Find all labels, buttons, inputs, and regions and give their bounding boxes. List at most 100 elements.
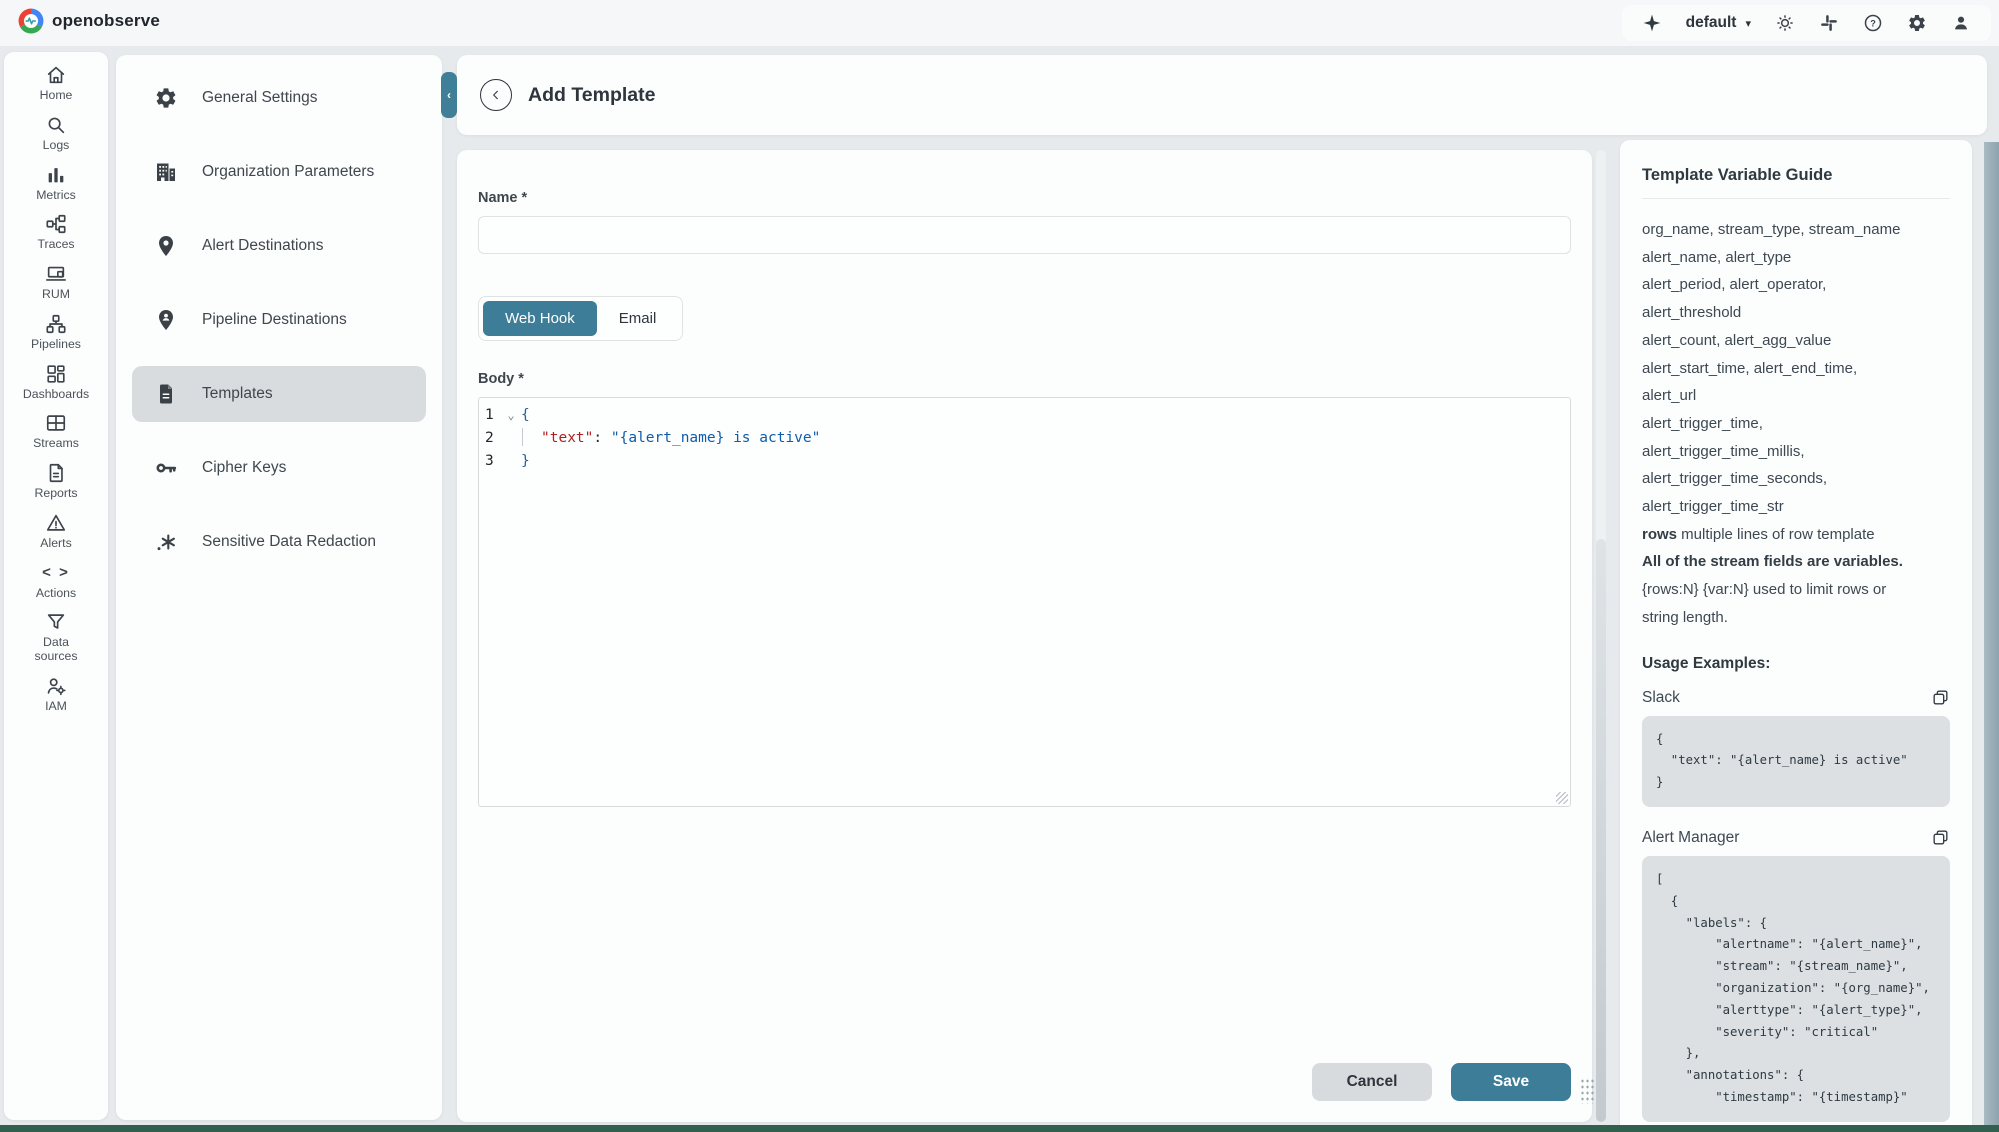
sidebar-item-data-sources[interactable]: Data sources (8, 611, 104, 664)
example-slack-header: Slack (1642, 688, 1950, 708)
ai-sparkle-icon[interactable] (1642, 13, 1662, 33)
key-icon (154, 456, 178, 480)
cancel-button[interactable]: Cancel (1312, 1063, 1432, 1101)
back-button[interactable] (480, 79, 512, 111)
topbar-actions: default ▾ ? (1622, 5, 1991, 41)
divider (1642, 198, 1950, 199)
guide-line: alert_url (1642, 382, 1950, 410)
usage-examples-title: Usage Examples: (1642, 655, 1950, 673)
settings-nav-cipher-keys[interactable]: Cipher Keys (132, 440, 426, 496)
sidebar-item-streams[interactable]: Streams (8, 412, 104, 451)
sidebar-item-home[interactable]: Home (8, 64, 104, 103)
editor-resize-handle[interactable] (1556, 792, 1568, 804)
copy-icon[interactable] (1930, 828, 1950, 848)
guide-line: alert_period, alert_operator, (1642, 271, 1950, 299)
settings-nav-sensitive-data-redaction[interactable]: Sensitive Data Redaction (132, 514, 426, 570)
user-gear-icon (45, 675, 67, 697)
scrollbar-thumb[interactable] (1596, 539, 1606, 1122)
settings-sidebar: General Settings Organization Parameters… (116, 55, 442, 1120)
add-template-form: Name * Web Hook Email Body * 1 ⌄ { 2 "te… (457, 150, 1592, 1122)
body-label: Body * (478, 371, 1571, 387)
page-header: Add Template (457, 55, 1987, 135)
redaction-asterisk-icon (154, 530, 178, 554)
settings-nav-general-settings[interactable]: General Settings (132, 70, 426, 126)
sidebar-item-iam[interactable]: IAM (8, 675, 104, 714)
sidebar-item-reports[interactable]: Reports (8, 462, 104, 501)
profile-icon[interactable] (1951, 13, 1971, 33)
guide-line: All of the stream fields are variables. (1642, 548, 1950, 576)
main-sidebar: Home Logs Metrics Traces RUM Pipelines D… (4, 52, 108, 1120)
alert-manager-example-code: [ { "labels": { "alertname": "{alert_nam… (1642, 856, 1950, 1122)
dashboard-icon (45, 363, 67, 385)
chevron-down-icon: ▾ (1745, 17, 1751, 30)
bottom-accent-bar (0, 1125, 1999, 1132)
sidebar-item-alerts[interactable]: Alerts (8, 512, 104, 551)
gear-icon (154, 86, 178, 110)
save-button[interactable]: Save (1451, 1063, 1571, 1101)
example-label-alert-manager: Alert Manager (1642, 829, 1739, 847)
body-code-editor[interactable]: 1 ⌄ { 2 "text": "{alert_name} is active"… (478, 397, 1571, 807)
copy-icon[interactable] (1930, 688, 1950, 708)
sidebar-item-rum[interactable]: RUM (8, 263, 104, 302)
brand-name: openobserve (52, 11, 160, 31)
building-icon (154, 160, 178, 184)
form-actions: Cancel Save (1312, 1063, 1571, 1101)
tab-email[interactable]: Email (597, 301, 679, 336)
fold-chevron-icon[interactable]: ⌄ (501, 404, 521, 427)
collapse-icon: ‹ (447, 88, 451, 102)
help-icon[interactable]: ? (1863, 13, 1883, 33)
guide-line: {rows:N} {var:N} used to limit rows or (1642, 576, 1950, 604)
chevron-left-icon (488, 87, 504, 103)
slack-icon[interactable] (1819, 13, 1839, 33)
name-label: Name * (478, 190, 1571, 206)
sidebar-item-metrics[interactable]: Metrics (8, 164, 104, 203)
guide-line: alert_trigger_time, (1642, 410, 1950, 438)
trace-tree-icon (45, 213, 67, 235)
map-pin-icon (154, 234, 178, 258)
org-selector-value: default (1686, 14, 1737, 32)
sidebar-item-pipelines[interactable]: Pipelines (8, 313, 104, 352)
sidebar-item-logs[interactable]: Logs (8, 114, 104, 153)
template-name-input[interactable] (478, 216, 1571, 254)
guide-line: alert_count, alert_agg_value (1642, 327, 1950, 355)
guide-line: alert_trigger_time_millis, (1642, 438, 1950, 466)
search-icon (45, 114, 67, 136)
app-window: openobserve default ▾ (0, 0, 1999, 1132)
settings-nav-alert-destinations[interactable]: Alert Destinations (132, 218, 426, 274)
bar-chart-icon (45, 164, 67, 186)
document-icon (45, 462, 67, 484)
settings-nav-organization-parameters[interactable]: Organization Parameters (132, 144, 426, 200)
template-variable-guide-panel: Template Variable Guide org_name, stream… (1620, 140, 1972, 1132)
sidebar-item-dashboards[interactable]: Dashboards (8, 363, 104, 402)
tab-web-hook[interactable]: Web Hook (483, 301, 597, 336)
guide-title: Template Variable Guide (1642, 166, 1950, 185)
editor-line: 1 ⌄ { (479, 404, 1570, 427)
table-grid-icon (45, 412, 67, 434)
hierarchy-icon (45, 313, 67, 335)
guide-scrollbar[interactable] (1984, 142, 1999, 1125)
guide-line: alert_name, alert_type (1642, 244, 1950, 272)
code-brackets-icon: < > (42, 562, 70, 584)
settings-nav-templates[interactable]: Templates (132, 366, 426, 422)
sidebar-item-traces[interactable]: Traces (8, 213, 104, 252)
main-scrollbar[interactable] (1596, 150, 1606, 1122)
guide-line: rows multiple lines of row template (1642, 521, 1950, 549)
org-selector[interactable]: default ▾ (1686, 14, 1751, 32)
home-icon (45, 64, 67, 86)
svg-text:?: ? (1870, 18, 1876, 28)
sidebar-collapse-handle[interactable]: ‹ (441, 72, 457, 118)
guide-line: string length. (1642, 604, 1950, 632)
editor-line: 2 "text": "{alert_name} is active" (479, 427, 1570, 450)
guide-line: alert_trigger_time_seconds, (1642, 465, 1950, 493)
topbar: openobserve default ▾ (0, 0, 1999, 46)
theme-toggle-icon[interactable] (1775, 13, 1795, 33)
file-icon (154, 382, 178, 406)
settings-nav-pipeline-destinations[interactable]: Pipeline Destinations (132, 292, 426, 348)
brand-logo[interactable]: openobserve (18, 8, 160, 34)
openobserve-logo-icon (18, 8, 44, 34)
editor-line: 3 } (479, 450, 1570, 473)
panel-resize-handle[interactable] (1580, 1078, 1596, 1104)
guide-line: alert_start_time, alert_end_time, (1642, 355, 1950, 383)
sidebar-item-actions[interactable]: < > Actions (8, 562, 104, 601)
settings-gear-icon[interactable] (1907, 13, 1927, 33)
